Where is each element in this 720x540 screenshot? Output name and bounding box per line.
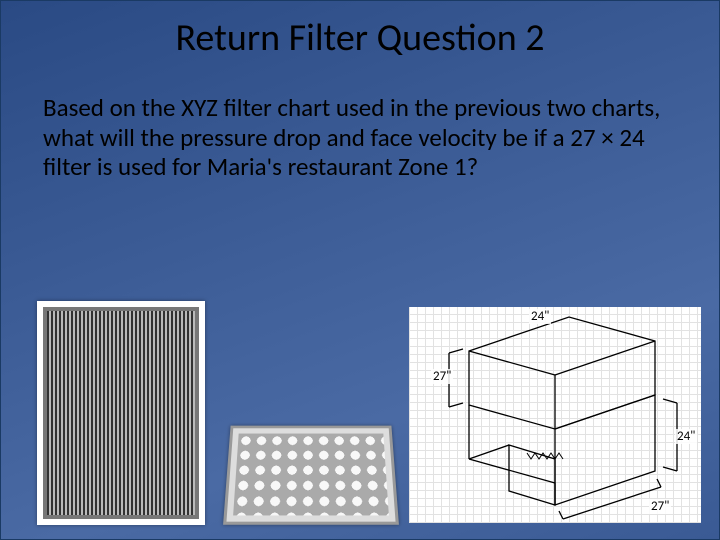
slide: Return Filter Question 2 Based on the XY…: [0, 0, 720, 540]
image-area: 27" 24" 24" 27": [33, 301, 699, 525]
dim-label-top-right: 24": [529, 309, 551, 324]
slide-title: Return Filter Question 2: [1, 15, 719, 61]
filter-grille-photo: [37, 301, 205, 525]
dim-label-right: 24": [675, 429, 697, 444]
perforation-pattern: [233, 434, 389, 516]
filter-perforated-photo: [223, 426, 399, 525]
dim-label-top-left: 27": [431, 369, 453, 384]
duct-isometric-diagram: 27" 24" 24" 27": [409, 307, 701, 523]
dim-label-bottom: 27": [649, 499, 671, 514]
duct-svg: [409, 307, 701, 523]
slide-body-text: Based on the XYZ filter chart used in th…: [43, 93, 673, 182]
grille-fins: [43, 307, 199, 519]
